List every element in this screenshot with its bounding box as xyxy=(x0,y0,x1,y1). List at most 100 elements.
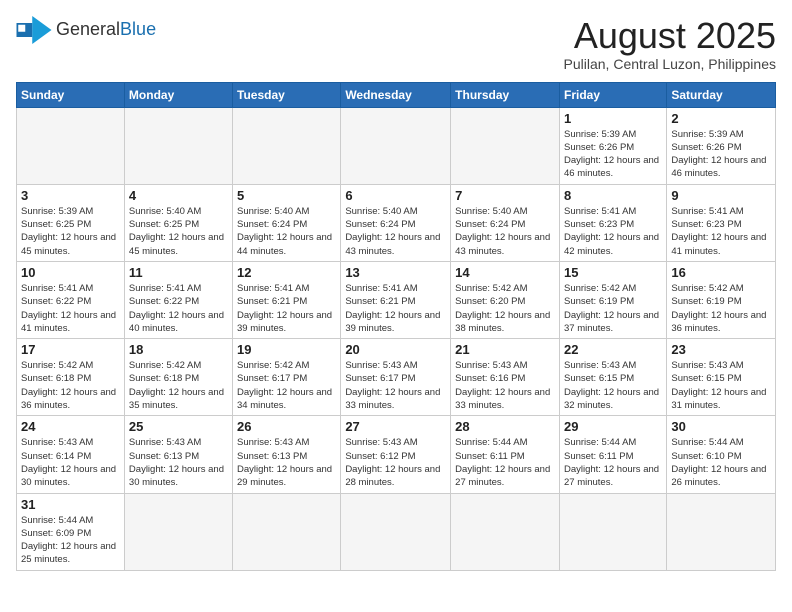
day-number: 22 xyxy=(564,342,662,357)
day-info: Sunrise: 5:43 AM Sunset: 6:17 PM Dayligh… xyxy=(345,359,446,412)
day-info: Sunrise: 5:39 AM Sunset: 6:26 PM Dayligh… xyxy=(564,128,662,181)
calendar-cell: 18 Sunrise: 5:42 AM Sunset: 6:18 PM Dayli… xyxy=(124,339,232,416)
day-info: Sunrise: 5:44 AM Sunset: 6:11 PM Dayligh… xyxy=(455,436,555,489)
calendar-cell: 4 Sunrise: 5:40 AM Sunset: 6:25 PM Daylig… xyxy=(124,184,232,261)
calendar-cell xyxy=(124,107,232,184)
calendar-cell: 6 Sunrise: 5:40 AM Sunset: 6:24 PM Daylig… xyxy=(341,184,451,261)
weekday-header-saturday: Saturday xyxy=(667,82,776,107)
calendar-cell: 12Sunrise: 5:41 AM Sunset: 6:21 PM Dayli… xyxy=(233,261,341,338)
week-row-1: 1Sunrise: 5:39 AM Sunset: 6:26 PM Daylig… xyxy=(17,107,776,184)
day-number: 16 xyxy=(671,265,771,280)
day-info: Sunrise: 5:40 AM Sunset: 6:24 PM Dayligh… xyxy=(237,205,336,258)
logo-icon xyxy=(16,16,52,44)
day-info: Sunrise: 5:43 AM Sunset: 6:15 PM Dayligh… xyxy=(564,359,662,412)
calendar-cell: 31 Sunrise: 5:44 AM Sunset: 6:09 PM Dayli… xyxy=(17,493,125,570)
calendar-cell xyxy=(667,493,776,570)
day-info: Sunrise: 5:39 AM Sunset: 6:25 PM Dayligh… xyxy=(21,205,120,258)
day-number: 7 xyxy=(455,188,555,203)
day-info: Sunrise: 5:42 AM Sunset: 6:19 PM Dayligh… xyxy=(671,282,771,335)
calendar-cell: 10Sunrise: 5:41 AM Sunset: 6:22 PM Dayli… xyxy=(17,261,125,338)
day-info: Sunrise: 5:41 AM Sunset: 6:22 PM Dayligh… xyxy=(129,282,228,335)
day-number: 26 xyxy=(237,419,336,434)
weekday-header-monday: Monday xyxy=(124,82,232,107)
calendar-cell xyxy=(451,107,560,184)
title-area: August 2025 Pulilan, Central Luzon, Phil… xyxy=(564,16,776,72)
calendar-cell: 30 Sunrise: 5:44 AM Sunset: 6:10 PM Dayli… xyxy=(667,416,776,493)
calendar-cell: 15 Sunrise: 5:42 AM Sunset: 6:19 PM Dayli… xyxy=(559,261,666,338)
day-number: 29 xyxy=(564,419,662,434)
calendar-cell: 1Sunrise: 5:39 AM Sunset: 6:26 PM Daylig… xyxy=(559,107,666,184)
day-info: Sunrise: 5:42 AM Sunset: 6:18 PM Dayligh… xyxy=(21,359,120,412)
week-row-4: 17 Sunrise: 5:42 AM Sunset: 6:18 PM Dayli… xyxy=(17,339,776,416)
day-info: Sunrise: 5:42 AM Sunset: 6:18 PM Dayligh… xyxy=(129,359,228,412)
day-number: 31 xyxy=(21,497,120,512)
calendar: SundayMondayTuesdayWednesdayThursdayFrid… xyxy=(16,82,776,571)
calendar-cell: 28 Sunrise: 5:44 AM Sunset: 6:11 PM Dayli… xyxy=(451,416,560,493)
day-number: 19 xyxy=(237,342,336,357)
day-info: Sunrise: 5:42 AM Sunset: 6:20 PM Dayligh… xyxy=(455,282,555,335)
day-number: 15 xyxy=(564,265,662,280)
day-number: 20 xyxy=(345,342,446,357)
header: GeneralBlue August 2025 Pulilan, Central… xyxy=(16,16,776,72)
day-number: 30 xyxy=(671,419,771,434)
calendar-cell xyxy=(17,107,125,184)
day-number: 4 xyxy=(129,188,228,203)
day-info: Sunrise: 5:42 AM Sunset: 6:19 PM Dayligh… xyxy=(564,282,662,335)
calendar-cell: 19 Sunrise: 5:42 AM Sunset: 6:17 PM Dayli… xyxy=(233,339,341,416)
day-number: 21 xyxy=(455,342,555,357)
location-text: Pulilan, Central Luzon, Philippines xyxy=(564,56,776,72)
calendar-cell xyxy=(233,107,341,184)
calendar-cell: 27 Sunrise: 5:43 AM Sunset: 6:12 PM Dayli… xyxy=(341,416,451,493)
calendar-cell: 11Sunrise: 5:41 AM Sunset: 6:22 PM Dayli… xyxy=(124,261,232,338)
day-info: Sunrise: 5:41 AM Sunset: 6:23 PM Dayligh… xyxy=(564,205,662,258)
day-info: Sunrise: 5:44 AM Sunset: 6:09 PM Dayligh… xyxy=(21,514,120,567)
day-info: Sunrise: 5:43 AM Sunset: 6:15 PM Dayligh… xyxy=(671,359,771,412)
day-number: 23 xyxy=(671,342,771,357)
day-number: 3 xyxy=(21,188,120,203)
calendar-cell: 20 Sunrise: 5:43 AM Sunset: 6:17 PM Dayli… xyxy=(341,339,451,416)
calendar-cell: 22 Sunrise: 5:43 AM Sunset: 6:15 PM Dayli… xyxy=(559,339,666,416)
calendar-cell: 3 Sunrise: 5:39 AM Sunset: 6:25 PM Daylig… xyxy=(17,184,125,261)
calendar-cell: 14 Sunrise: 5:42 AM Sunset: 6:20 PM Dayli… xyxy=(451,261,560,338)
day-number: 5 xyxy=(237,188,336,203)
day-number: 28 xyxy=(455,419,555,434)
day-info: Sunrise: 5:43 AM Sunset: 6:13 PM Dayligh… xyxy=(237,436,336,489)
day-info: Sunrise: 5:43 AM Sunset: 6:12 PM Dayligh… xyxy=(345,436,446,489)
weekday-header-sunday: Sunday xyxy=(17,82,125,107)
weekday-header-friday: Friday xyxy=(559,82,666,107)
day-info: Sunrise: 5:40 AM Sunset: 6:25 PM Dayligh… xyxy=(129,205,228,258)
weekday-header-thursday: Thursday xyxy=(451,82,560,107)
week-row-5: 24 Sunrise: 5:43 AM Sunset: 6:14 PM Dayli… xyxy=(17,416,776,493)
logo: GeneralBlue xyxy=(16,16,156,44)
day-info: Sunrise: 5:41 AM Sunset: 6:21 PM Dayligh… xyxy=(345,282,446,335)
day-info: Sunrise: 5:41 AM Sunset: 6:21 PM Dayligh… xyxy=(237,282,336,335)
day-number: 27 xyxy=(345,419,446,434)
calendar-cell: 8Sunrise: 5:41 AM Sunset: 6:23 PM Daylig… xyxy=(559,184,666,261)
calendar-cell: 21Sunrise: 5:43 AM Sunset: 6:16 PM Dayli… xyxy=(451,339,560,416)
calendar-cell xyxy=(559,493,666,570)
day-number: 24 xyxy=(21,419,120,434)
calendar-cell: 29Sunrise: 5:44 AM Sunset: 6:11 PM Dayli… xyxy=(559,416,666,493)
calendar-cell xyxy=(124,493,232,570)
calendar-cell: 24 Sunrise: 5:43 AM Sunset: 6:14 PM Dayli… xyxy=(17,416,125,493)
calendar-cell: 2Sunrise: 5:39 AM Sunset: 6:26 PM Daylig… xyxy=(667,107,776,184)
calendar-cell xyxy=(341,107,451,184)
day-number: 17 xyxy=(21,342,120,357)
calendar-cell: 23 Sunrise: 5:43 AM Sunset: 6:15 PM Dayli… xyxy=(667,339,776,416)
calendar-cell: 13 Sunrise: 5:41 AM Sunset: 6:21 PM Dayli… xyxy=(341,261,451,338)
day-number: 18 xyxy=(129,342,228,357)
calendar-cell: 26 Sunrise: 5:43 AM Sunset: 6:13 PM Dayli… xyxy=(233,416,341,493)
day-number: 25 xyxy=(129,419,228,434)
day-number: 9 xyxy=(671,188,771,203)
calendar-cell: 17 Sunrise: 5:42 AM Sunset: 6:18 PM Dayli… xyxy=(17,339,125,416)
day-info: Sunrise: 5:41 AM Sunset: 6:23 PM Dayligh… xyxy=(671,205,771,258)
day-info: Sunrise: 5:42 AM Sunset: 6:17 PM Dayligh… xyxy=(237,359,336,412)
day-number: 13 xyxy=(345,265,446,280)
day-info: Sunrise: 5:44 AM Sunset: 6:10 PM Dayligh… xyxy=(671,436,771,489)
day-info: Sunrise: 5:43 AM Sunset: 6:14 PM Dayligh… xyxy=(21,436,120,489)
day-number: 10 xyxy=(21,265,120,280)
day-number: 14 xyxy=(455,265,555,280)
day-number: 6 xyxy=(345,188,446,203)
day-info: Sunrise: 5:40 AM Sunset: 6:24 PM Dayligh… xyxy=(345,205,446,258)
calendar-cell xyxy=(233,493,341,570)
